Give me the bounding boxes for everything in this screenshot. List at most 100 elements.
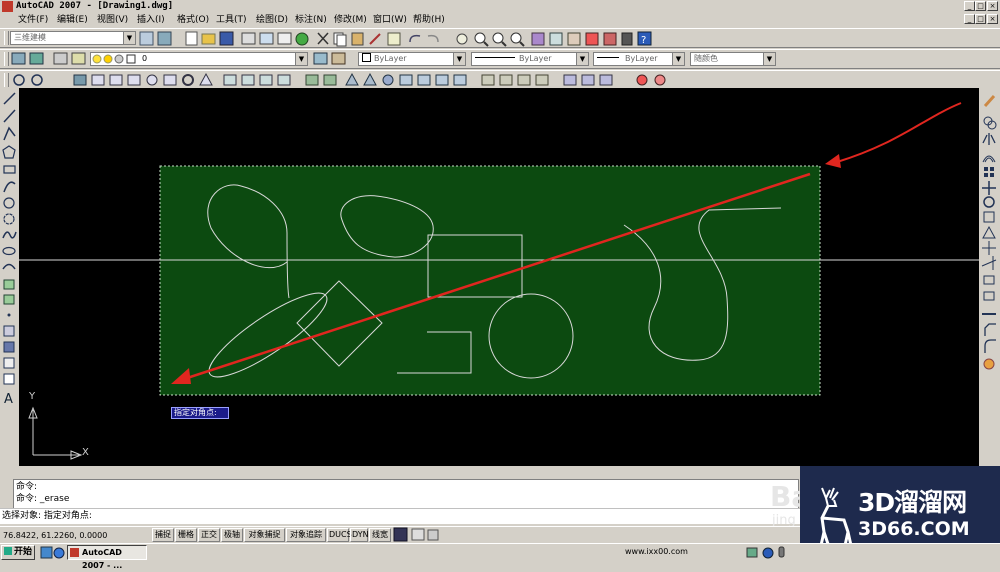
match-properties-icon[interactable]: [369, 33, 381, 45]
trim-icon[interactable]: [982, 241, 996, 255]
copy-object-icon[interactable]: [983, 116, 997, 130]
3d-dwf-icon[interactable]: [295, 32, 309, 46]
sweep-icon[interactable]: [259, 74, 273, 86]
break-icon[interactable]: [983, 291, 995, 301]
layer-previous-icon[interactable]: [313, 52, 328, 65]
properties-icon[interactable]: [531, 32, 545, 46]
imprint-icon[interactable]: [517, 74, 531, 86]
erase-icon[interactable]: [983, 94, 996, 108]
multiline-text-icon[interactable]: A: [4, 392, 13, 407]
plot-preview-icon[interactable]: [259, 32, 274, 45]
zoom-previous-icon[interactable]: [510, 32, 525, 47]
menu-edit[interactable]: 编辑(E): [57, 13, 88, 27]
sun-icon[interactable]: [103, 54, 113, 64]
osnap-toggle[interactable]: 对象捕捉: [244, 528, 285, 542]
doc-minimize-button[interactable]: _: [964, 14, 975, 24]
layer-walk-icon[interactable]: [331, 52, 346, 65]
ie-icon[interactable]: [53, 547, 65, 559]
new-file-icon[interactable]: [185, 31, 198, 46]
polysolid-icon[interactable]: [345, 72, 359, 86]
stretch-icon[interactable]: [982, 225, 996, 239]
menu-draw[interactable]: 绘图(D): [256, 13, 288, 27]
point-icon[interactable]: [7, 313, 11, 317]
table-icon[interactable]: [3, 373, 15, 385]
ucs-face-icon[interactable]: [599, 74, 613, 86]
dyn-toggle[interactable]: DYN: [350, 528, 369, 542]
3d-move-icon[interactable]: [417, 74, 431, 86]
plotstyle-select[interactable]: 随颜色 ▼: [690, 52, 776, 66]
lightbulb-icon[interactable]: [92, 54, 102, 64]
fillet-icon[interactable]: [984, 339, 996, 353]
revolve-icon[interactable]: [241, 74, 255, 86]
3d-align-icon[interactable]: [453, 74, 467, 86]
model-space-icon[interactable]: [393, 527, 408, 542]
layer-states-icon[interactable]: [53, 52, 68, 65]
visual-style-icon[interactable]: [382, 74, 394, 86]
menu-help[interactable]: 帮助(H): [413, 13, 445, 27]
revision-cloud-icon[interactable]: [3, 213, 15, 225]
wedge-icon[interactable]: [109, 74, 123, 86]
make-block-icon[interactable]: [3, 294, 15, 305]
make-current-layer-icon[interactable]: [71, 52, 86, 65]
construction-line-icon[interactable]: [3, 109, 16, 123]
cylinder-icon[interactable]: [163, 74, 177, 86]
layer-properties-icon[interactable]: [11, 52, 26, 65]
ucs-icon[interactable]: [563, 74, 577, 86]
grid-toggle[interactable]: 栅格: [175, 528, 197, 542]
layer-manager-icon[interactable]: [29, 52, 44, 65]
coordinate-readout[interactable]: 76.8422, 61.2260, 0.0000: [3, 529, 107, 542]
network-icon[interactable]: [746, 547, 758, 558]
workspace-settings-icon[interactable]: [139, 31, 154, 46]
insert-block-icon[interactable]: [3, 279, 15, 290]
menu-modify[interactable]: 修改(M): [334, 13, 367, 27]
thicken-icon[interactable]: [499, 74, 513, 86]
workspace-select[interactable]: 三维建模 ▼: [10, 31, 136, 45]
ellipse-arc-icon[interactable]: [2, 263, 16, 270]
sphere-icon[interactable]: [146, 74, 158, 86]
menu-file[interactable]: 文件(F): [18, 13, 48, 27]
markup-set-icon[interactable]: [603, 32, 617, 46]
lock-icon[interactable]: [114, 54, 124, 64]
polar-toggle[interactable]: 极轴: [221, 528, 243, 542]
menu-format[interactable]: 格式(O): [177, 13, 209, 27]
ortho-toggle[interactable]: 正交: [198, 528, 220, 542]
explode-icon[interactable]: [983, 358, 995, 370]
toolbar-grip[interactable]: [4, 73, 9, 87]
start-button[interactable]: 开始: [1, 545, 35, 560]
menu-tools[interactable]: 工具(T): [216, 13, 247, 27]
slice-icon[interactable]: [481, 74, 495, 86]
box-icon[interactable]: [91, 74, 105, 86]
pyramid-icon[interactable]: [199, 72, 213, 86]
render-icon[interactable]: [636, 74, 648, 86]
circle-icon[interactable]: [3, 197, 15, 209]
color-select[interactable]: ByLayer ▼: [358, 52, 466, 66]
ellipse-icon[interactable]: [2, 246, 16, 256]
minimize-button[interactable]: _: [964, 1, 975, 11]
block-editor-icon[interactable]: [387, 32, 401, 46]
loft-icon[interactable]: [277, 74, 291, 86]
help-circle-icon[interactable]: [762, 547, 774, 559]
extrude-icon[interactable]: [223, 74, 237, 86]
sheet-set-icon[interactable]: [585, 32, 599, 46]
open-file-icon[interactable]: [201, 33, 216, 45]
cut-icon[interactable]: [317, 32, 329, 45]
save-icon[interactable]: [219, 31, 234, 46]
array-icon[interactable]: [984, 167, 994, 177]
copy-icon[interactable]: [333, 32, 347, 47]
lineweight-select[interactable]: ByLayer ▼: [593, 52, 685, 66]
free-orbit-icon[interactable]: [31, 74, 43, 86]
break-at-point-icon[interactable]: [983, 275, 995, 285]
polygon-icon[interactable]: [2, 145, 16, 159]
arc-icon[interactable]: [3, 181, 16, 193]
quickcalc-icon[interactable]: [621, 32, 633, 46]
plot-icon[interactable]: [241, 32, 256, 45]
workspace-icon[interactable]: [157, 31, 172, 46]
design-center-icon[interactable]: [549, 32, 563, 46]
move-icon[interactable]: [982, 181, 996, 195]
document-icon[interactable]: [2, 1, 13, 12]
communication-center-icon[interactable]: [411, 528, 425, 541]
convert-to-solid-icon[interactable]: [535, 74, 549, 86]
polyline-icon[interactable]: [3, 126, 16, 141]
layer-stack-icon[interactable]: [73, 74, 87, 86]
mirror-icon[interactable]: [982, 133, 996, 145]
